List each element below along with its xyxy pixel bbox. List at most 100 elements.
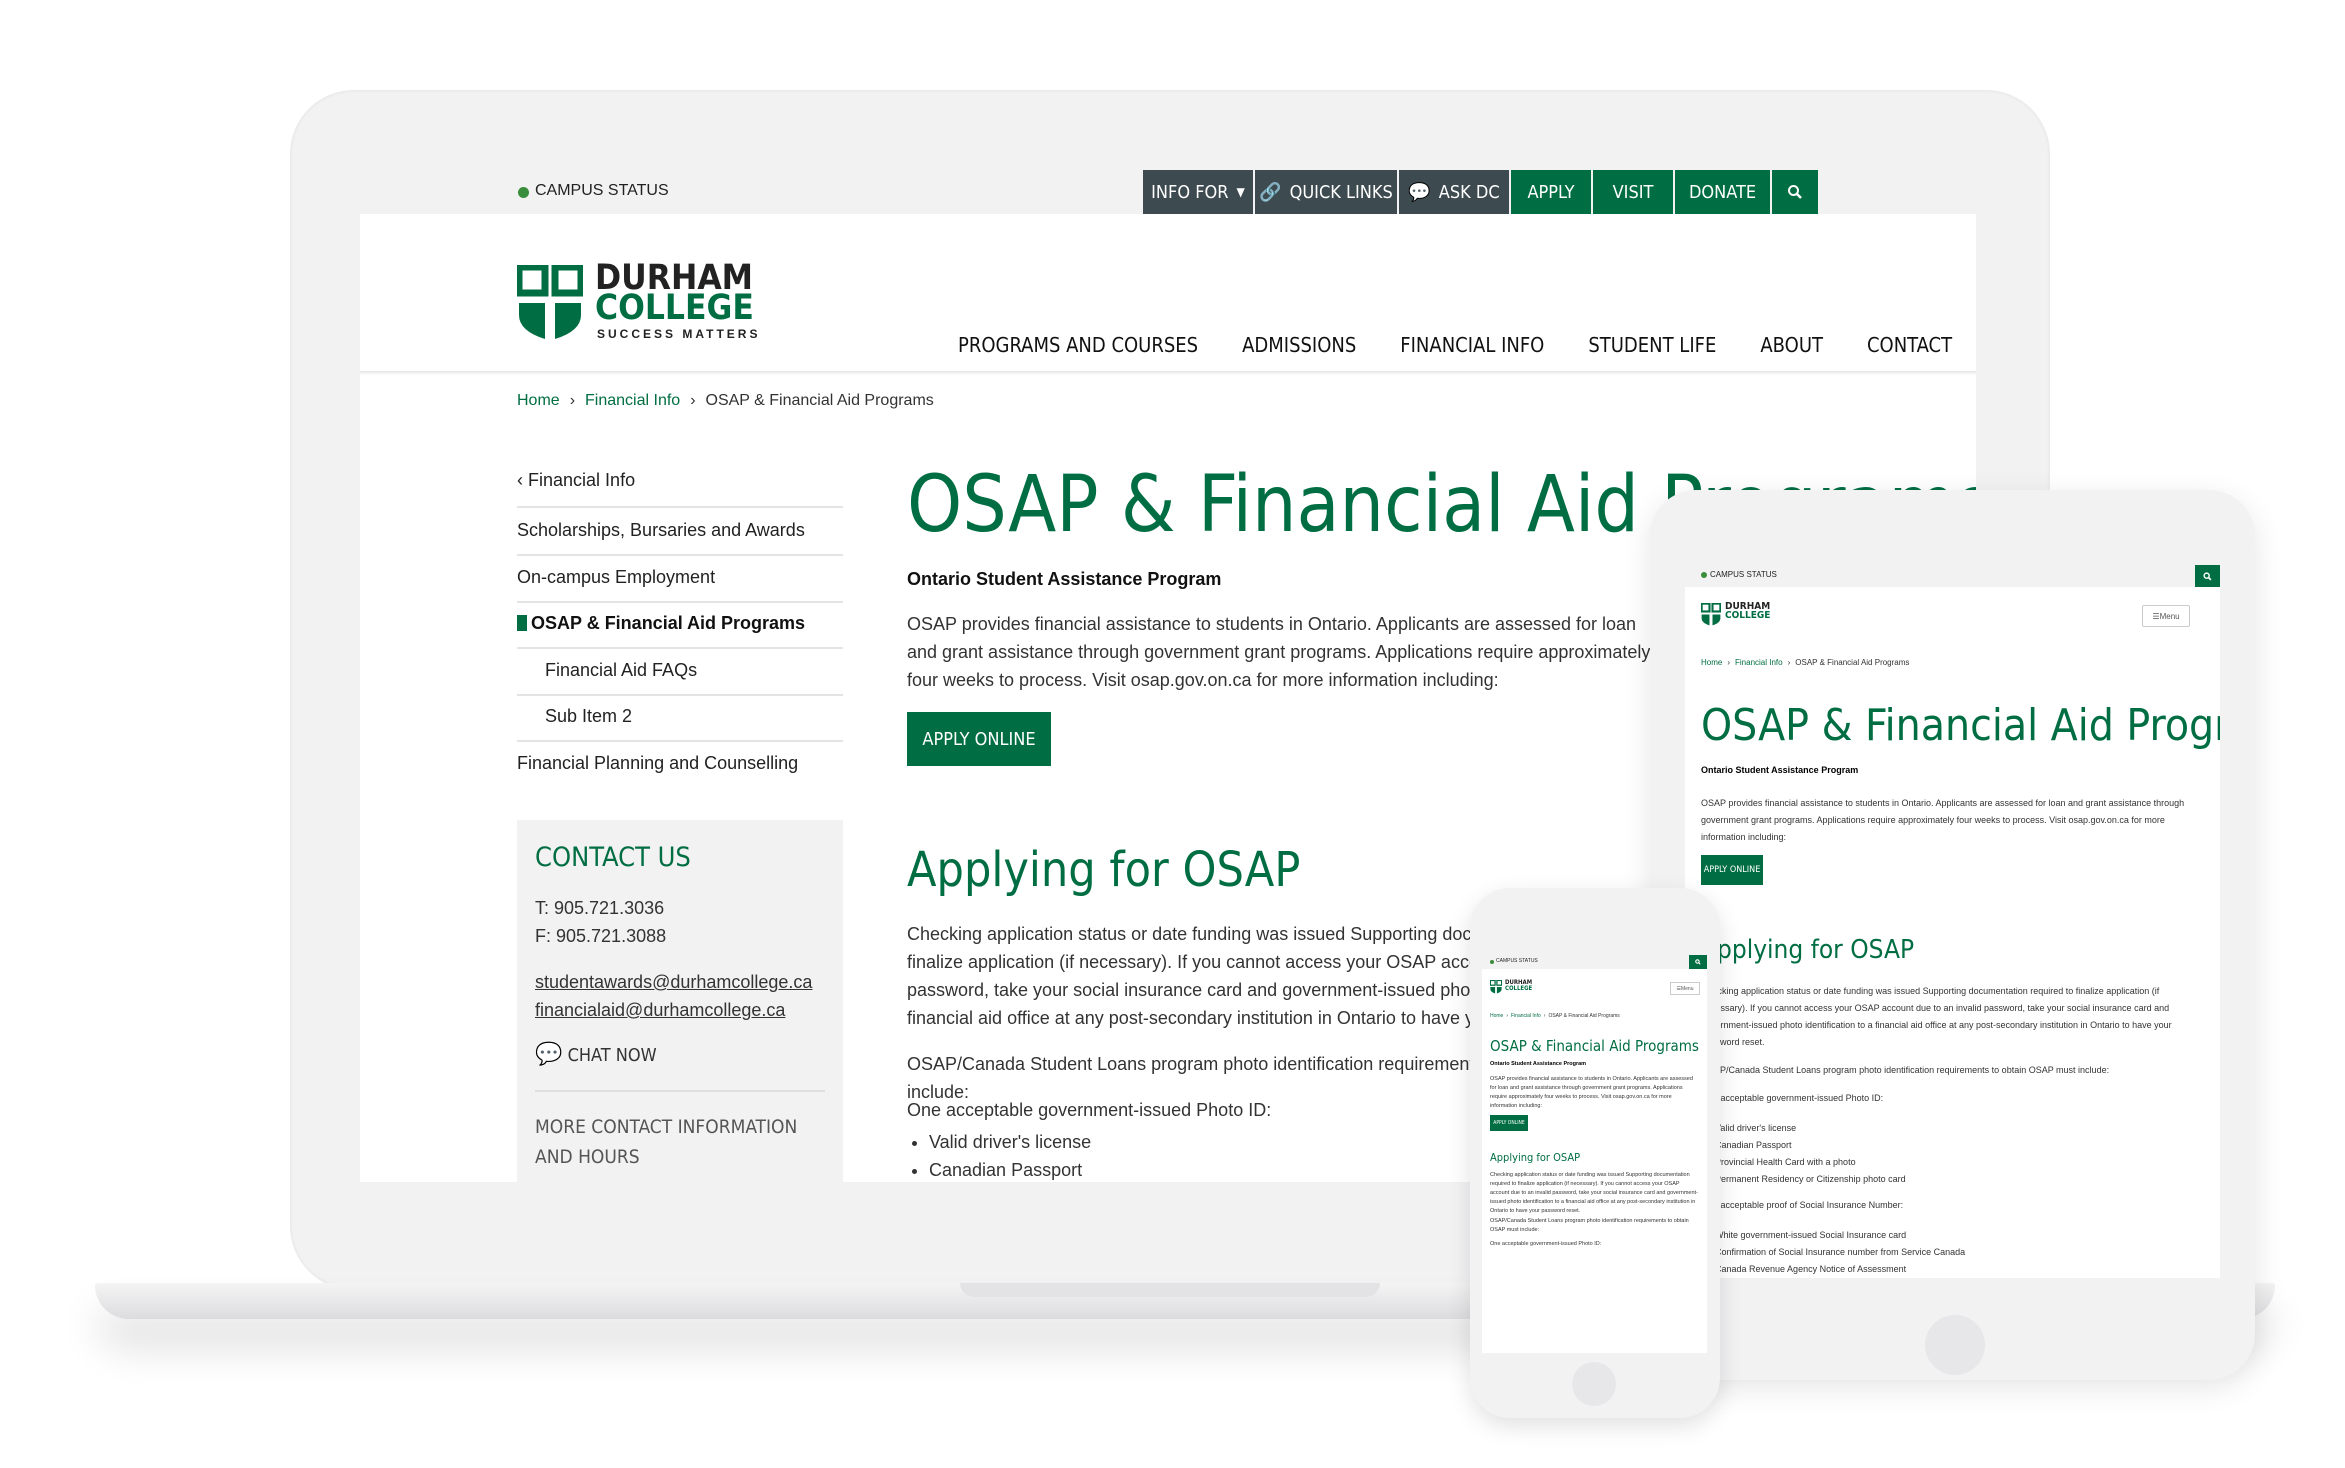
list-item: Provincial Health Card with a photo <box>1715 1154 1906 1171</box>
search-icon <box>1695 959 1701 965</box>
breadcrumb-parent[interactable]: Financial Info <box>1511 1013 1541 1019</box>
donate-button[interactable]: DONATE <box>1675 170 1770 214</box>
tablet-breadcrumb: Home › Financial Info › OSAP & Financial A… <box>1701 658 1909 667</box>
phone-applying-heading: Applying for OSAP <box>1490 1151 1581 1164</box>
hamburger-icon: ☰ <box>2152 611 2160 621</box>
breadcrumb-home[interactable]: Home <box>1701 658 1722 667</box>
phone-menu-label: Menu <box>1680 985 1694 992</box>
breadcrumb-current: OSAP & Financial Aid Programs <box>1795 658 1910 667</box>
list-item: Canada Revenue Agency Notice of Assessme… <box>1715 1261 1965 1278</box>
quick-links-label: QUICK LINKS <box>1289 181 1393 203</box>
nav-about[interactable]: ABOUT <box>1760 333 1823 357</box>
chevron-left-icon: ‹ <box>517 470 523 490</box>
nav-student-life[interactable]: STUDENT LIFE <box>1588 333 1716 357</box>
contact-fax: F: 905.721.3088 <box>535 926 667 946</box>
chat-bubble-icon: 💬 <box>535 1042 563 1067</box>
utility-bar: CAMPUS STATUS INFO FOR ▼ 🔗 QUICK LINKS 💬… <box>360 170 1976 214</box>
sidebar-item-scholarships[interactable]: Scholarships, Bursaries and Awards <box>517 520 843 556</box>
info-for-button[interactable]: INFO FOR ▼ <box>1143 170 1253 214</box>
tablet-apply-online-button[interactable]: APPLY ONLINE <box>1701 855 1763 885</box>
tablet-applying-heading: Applying for OSAP <box>1701 935 1915 965</box>
contact-phone: T: 905.721.3036 <box>535 898 665 918</box>
list-item: White government-issued Social Insurance… <box>1715 1227 1965 1244</box>
search-button[interactable] <box>1772 170 1818 214</box>
sidebar-item-sub2[interactable]: Sub Item 2 <box>517 706 843 742</box>
nav-programs[interactable]: PROGRAMS AND COURSES <box>958 333 1198 357</box>
logo-tagline: SUCCESS MATTERS <box>597 327 761 341</box>
phone-photo-id-heading: One acceptable government-issued Photo I… <box>1490 1241 1602 1247</box>
apply-online-button[interactable]: APPLY ONLINE <box>907 712 1051 766</box>
nav-financial-info[interactable]: FINANCIAL INFO <box>1400 333 1544 357</box>
main-nav: PROGRAMS AND COURSES ADMISSIONS FINANCIA… <box>958 333 1952 357</box>
chat-now-label: CHAT NOW <box>567 1045 657 1066</box>
sidebar-item-planning[interactable]: Financial Planning and Counselling <box>517 753 843 787</box>
tablet-search-button[interactable] <box>2195 565 2220 587</box>
phone-menu-button[interactable]: ☰ Menu <box>1670 982 1700 995</box>
chevron-right-icon: › <box>1506 1013 1509 1019</box>
intro-paragraph: OSAP provides financial assistance to st… <box>907 614 1651 690</box>
chat-now-link[interactable]: 💬 CHAT NOW <box>535 1042 657 1067</box>
chevron-right-icon: › <box>1543 1013 1546 1019</box>
ask-dc-button[interactable]: 💬 ASK DC <box>1399 170 1509 214</box>
phone-home-button <box>1572 1362 1616 1406</box>
email-link-financialaid[interactable]: financialaid@durhamcollege.ca <box>535 996 785 1024</box>
page-subtitle: Ontario Student Assistance Program <box>907 569 1222 589</box>
sidebar-item-osap[interactable]: OSAP & Financial Aid Programs <box>517 613 843 649</box>
photo-id-list: Valid driver's license Canadian Passport <box>907 1128 1091 1182</box>
apply-button[interactable]: APPLY <box>1511 170 1591 214</box>
photo-id-heading: One acceptable government-issued Photo I… <box>907 1100 1272 1120</box>
laptop-notch <box>960 1283 1380 1297</box>
sidebar-back-link[interactable]: ‹ Financial Info <box>517 470 843 508</box>
tablet-photo-id-list: Valid driver's license Canadian Passport… <box>1701 1120 1906 1188</box>
phone-breadcrumb: Home › Financial Info › OSAP & Financial A… <box>1490 1013 1620 1019</box>
tablet-applying-paragraph: Checking application status or date fund… <box>1701 986 2172 1047</box>
breadcrumb-home[interactable]: Home <box>1490 1013 1503 1019</box>
chevron-right-icon: › <box>569 392 576 409</box>
contact-divider <box>535 1090 825 1092</box>
tablet-logo-line2: COLLEGE <box>1725 610 1771 621</box>
phone-utility-bar: CAMPUS STATUS <box>1482 955 1707 969</box>
tablet-menu-button[interactable]: ☰ Menu <box>2142 605 2190 627</box>
campus-status-link[interactable]: CAMPUS STATUS <box>535 182 669 200</box>
status-dot-icon <box>518 187 529 198</box>
nav-contact[interactable]: CONTACT <box>1867 333 1952 357</box>
sidebar-item-osap-label: OSAP & Financial Aid Programs <box>531 613 806 633</box>
tablet-home-button <box>1925 1315 1985 1375</box>
tablet-logo[interactable]: DURHAM COLLEGE <box>1700 602 1770 631</box>
nav-admissions[interactable]: ADMISSIONS <box>1242 333 1356 357</box>
phone-search-button[interactable] <box>1689 955 1707 969</box>
college-logo[interactable]: DURHAM COLLEGE SUCCESS MATTERS <box>515 261 757 346</box>
phone-subtitle: Ontario Student Assistance Program <box>1490 1061 1587 1067</box>
quick-links-button[interactable]: 🔗 QUICK LINKS <box>1255 170 1397 214</box>
breadcrumb-parent[interactable]: Financial Info <box>585 392 680 410</box>
tablet-subtitle: Ontario Student Assistance Program <box>1701 765 1859 775</box>
email-link-awards[interactable]: studentawards@durhamcollege.ca <box>535 968 812 996</box>
ask-dc-label: ASK DC <box>1438 181 1500 203</box>
tablet-photo-id-heading: One acceptable government-issued Photo I… <box>1701 1093 1884 1103</box>
list-item: Permanent Residency or Citizenship photo… <box>1715 1171 1906 1188</box>
breadcrumb-parent[interactable]: Financial Info <box>1735 658 1783 667</box>
sidebar-item-faqs[interactable]: Financial Aid FAQs <box>517 660 843 696</box>
phone-campus-status[interactable]: CAMPUS STATUS <box>1496 958 1538 964</box>
link-icon: 🔗 <box>1259 181 1282 203</box>
sidebar-item-employment[interactable]: On-campus Employment <box>517 567 843 603</box>
status-dot-icon <box>1490 960 1494 964</box>
phone-apply-online-button[interactable]: APPLY ONLINE <box>1490 1115 1528 1131</box>
phone-logo[interactable]: DURHAM COLLEGE <box>1489 980 1532 999</box>
shield-logo-icon <box>515 263 585 339</box>
search-icon <box>2203 571 2212 580</box>
phone-screen: CAMPUS STATUS DURHAM COLLEGE ☰ Menu Home ›… <box>1482 955 1707 1353</box>
applying-heading: Applying for OSAP <box>907 842 1301 898</box>
more-contact-link[interactable]: MORE CONTACT INFORMATION AND HOURS <box>535 1112 815 1172</box>
list-item: Valid driver's license <box>929 1128 1091 1156</box>
list-item: Valid driver's license <box>1715 1120 1906 1137</box>
phone-intro: OSAP provides financial assistance to st… <box>1490 1076 1693 1109</box>
tablet-photo-id-requirements: OSAP/Canada Student Loans program photo … <box>1701 1065 2110 1075</box>
breadcrumb-home[interactable]: Home <box>517 392 560 410</box>
chevron-right-icon: › <box>690 392 696 409</box>
logo-line2: COLLEGE <box>595 288 754 328</box>
tablet-campus-status[interactable]: CAMPUS STATUS <box>1710 570 1777 579</box>
visit-button[interactable]: VISIT <box>1593 170 1673 214</box>
tablet-sin-list: White government-issued Social Insurance… <box>1701 1227 1965 1278</box>
list-item: Canadian Passport <box>929 1156 1091 1182</box>
